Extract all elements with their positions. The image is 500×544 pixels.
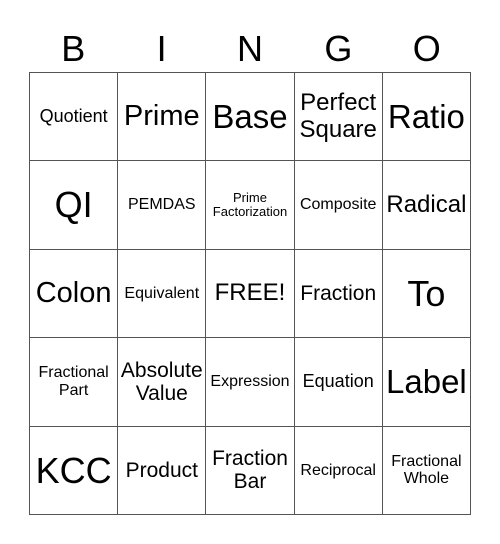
bingo-cell[interactable]: Expression [206,338,295,427]
bingo-cell-label: Base [212,97,288,135]
bingo-cell-label: Expression [210,373,290,391]
bingo-cell-label: Quotient [39,105,108,126]
bingo-cell-label: Radical [386,190,467,218]
bingo-cell-label: FREE! [214,279,286,307]
bingo-cell[interactable]: Fractional Part [30,338,119,427]
bingo-cell-label: Ratio [387,97,465,135]
bingo-cell[interactable]: KCC [30,426,119,515]
bingo-cell[interactable]: Ratio [382,73,471,162]
bingo-cell-label: Fraction [300,281,377,305]
bingo-cell-label: Reciprocal [300,461,376,479]
header-letter-g: G [324,28,353,69]
bingo-cell[interactable]: Colon [30,249,119,339]
bingo-cell[interactable]: Absolute Value [118,338,207,427]
header-letter-b: B [61,28,86,69]
bingo-cell-label: Colon [35,276,112,309]
bingo-cell-label: To [407,272,446,314]
bingo-cell[interactable]: To [382,249,471,339]
bingo-cell[interactable]: PEMDAS [118,161,207,250]
bingo-cell-label: Absolute Value [120,358,203,405]
bingo-cell-label: Equation [302,370,374,391]
bingo-cell-label: Product [125,458,198,482]
bingo-cell-label: Composite [299,196,377,214]
bingo-cell[interactable]: Radical [382,161,471,250]
bingo-cell-label: Prime Factorization [212,189,288,220]
bingo-cell-label: Label [386,362,467,400]
header-letter-i: I [156,28,167,69]
bingo-cell[interactable]: Perfect Square [294,73,383,162]
bingo-card-grid: Quotient Prime Base Perfect Square Ratio QI PE… [29,72,471,515]
bingo-cell-label: Equivalent [124,284,200,302]
bingo-cell-label: Fractional Part [38,364,109,399]
bingo-cell[interactable]: Quotient [30,73,119,162]
bingo-cell[interactable]: Composite [294,161,383,250]
bingo-cell[interactable]: QI [30,161,119,250]
bingo-cell[interactable]: Reciprocal [294,426,383,515]
bingo-cell-label: Perfect Square [299,89,377,143]
bingo-cell-label: Fractional Whole [391,452,462,488]
bingo-cell[interactable]: Fraction Bar [206,426,295,515]
bingo-cell-label: KCC [35,449,112,491]
bingo-cell-label: Prime [123,99,200,132]
header-letter-o: O [412,28,441,69]
bingo-cell-label: QI [54,184,93,226]
free-space-cell[interactable]: FREE! [206,249,295,339]
bingo-cell-label: Fraction Bar [212,447,288,494]
bingo-cell[interactable]: Fraction [294,249,383,339]
bingo-cell[interactable]: Fractional Whole [382,426,471,515]
bingo-cell[interactable]: Equivalent [118,249,207,339]
bingo-cell[interactable]: Label [382,338,471,427]
bingo-cell[interactable]: Prime [118,73,207,162]
bingo-header: B I N G O [29,26,471,72]
bingo-cell[interactable]: Prime Factorization [206,161,295,250]
bingo-cell-label: PEMDAS [128,196,196,214]
header-letter-n: N [236,28,263,69]
bingo-cell[interactable]: Product [118,426,207,515]
bingo-cell[interactable]: Equation [294,338,383,427]
bingo-cell[interactable]: Base [206,73,295,162]
